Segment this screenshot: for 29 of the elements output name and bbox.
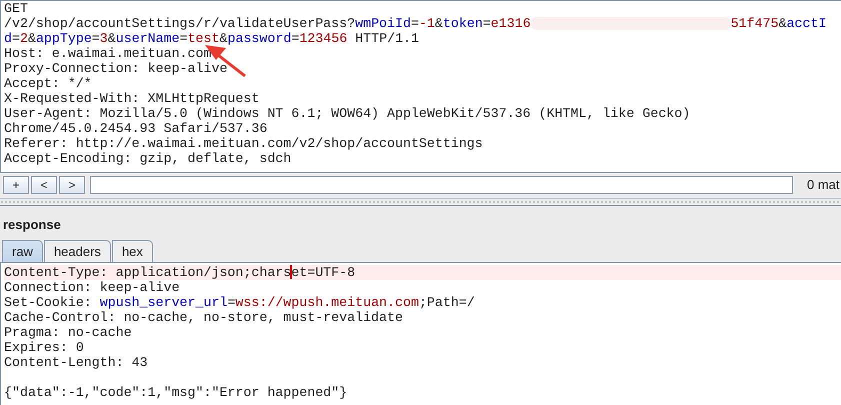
request-line: Referer: http://e.waimai.meituan.com/v2/shop/accountSettings xyxy=(4,136,484,151)
request-line: Host: e.waimai.meituan.com xyxy=(4,46,212,61)
response-line: Expires: 0 xyxy=(4,340,85,355)
tab[interactable]: headers xyxy=(44,240,111,262)
match-count: 0 mat xyxy=(807,177,840,192)
request-line: Accept-Encoding: gzip, deflate, sdch xyxy=(4,151,292,166)
search-field[interactable] xyxy=(90,176,793,194)
text-cursor xyxy=(290,265,292,280)
request-line: Proxy-Connection: keep-alive xyxy=(4,61,228,76)
response-line: Set-Cookie: wpush_server_url=wss://wpush.meituan.com;Path=/ xyxy=(4,295,476,310)
request-line: /v2/shop/accountSettings/r/validateUserPass?wmPoiId=-1&token=e1316 51f475&acctI xyxy=(4,16,828,31)
response-line: Cache-Control: no-cache, no-store, must-revalidate xyxy=(4,310,404,325)
nav-button[interactable]: + xyxy=(3,176,29,194)
panel-title: response xyxy=(2,216,62,234)
response-line: Pragma: no-cache xyxy=(4,325,133,340)
request-line: Accept: */* xyxy=(4,76,93,91)
request-line: User-Agent: Mozilla/5.0 (Windows NT 6.1; WOW64) AppleWebKit/537.36 (KHTML, like Gecko) xyxy=(4,106,692,121)
tab[interactable]: hex xyxy=(112,240,153,262)
response-line: Connection: keep-alive xyxy=(4,280,181,295)
request-line: GET xyxy=(4,1,29,16)
splitter[interactable] xyxy=(0,198,841,206)
tab[interactable]: raw xyxy=(2,240,43,262)
response-line: Content-Length: 43 xyxy=(4,355,149,370)
nav-button[interactable]: < xyxy=(31,176,57,194)
request-line: X-Requested-With: XMLHttpRequest xyxy=(4,91,260,106)
response-line: {"data":-1,"code":1,"msg":"Error happened"} xyxy=(4,385,348,400)
nav-button[interactable]: > xyxy=(59,176,85,194)
request-line: Chrome/45.0.2454.93 Safari/537.36 xyxy=(4,121,268,136)
request-line: d=2&appType=3&userName=test&password=123456 HTTP/1.1 xyxy=(4,31,420,46)
